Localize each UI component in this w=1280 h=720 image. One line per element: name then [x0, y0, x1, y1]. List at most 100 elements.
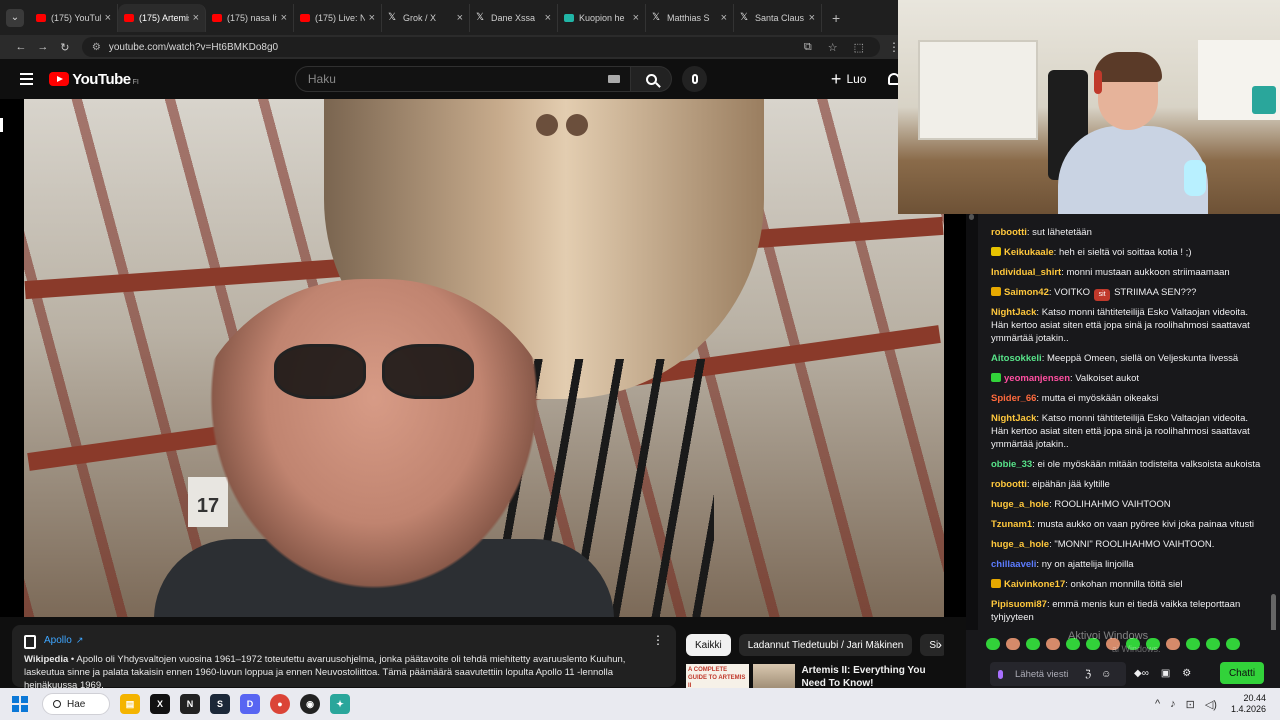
keyboard-icon[interactable] [607, 75, 620, 83]
user-badge-icon[interactable] [991, 247, 1001, 256]
more-options-icon[interactable]: ⋮ [652, 633, 664, 647]
video-title[interactable]: Artemis II: Everything You Need To Know! [801, 664, 938, 690]
chevron-right-icon[interactable]: › [937, 636, 942, 652]
install-app-icon[interactable]: ⧉ [804, 41, 812, 54]
browser-tab[interactable]: Kuopion he × [558, 3, 646, 32]
user-badge-icon[interactable] [991, 579, 1001, 588]
emote-icon[interactable] [986, 638, 1000, 650]
chat-send-button[interactable]: Chatti [1220, 662, 1264, 684]
microphone-icon[interactable]: ♪ [1170, 698, 1176, 710]
voice-search-button[interactable] [682, 66, 707, 92]
emote-icon[interactable] [1186, 638, 1200, 650]
app-icon[interactable]: ✦ [330, 694, 350, 714]
close-icon[interactable]: × [721, 12, 727, 24]
browser-tab-active[interactable]: (175) Artemis II × [118, 3, 206, 32]
address-bar[interactable]: ⚙ youtube.com/watch?v=Ht6BMKDo8g0 ⧉ ☆ ⬚ [81, 37, 881, 57]
discord-icon[interactable]: D [240, 694, 260, 714]
chrome-icon[interactable]: ● [270, 694, 290, 714]
video-frame[interactable]: 17 [24, 99, 944, 617]
close-icon[interactable]: × [809, 12, 815, 24]
emote-icon[interactable] [1046, 638, 1060, 650]
forward-icon[interactable]: → [32, 41, 54, 53]
clock[interactable]: 20.44 1.4.2026 [1231, 693, 1266, 715]
emote-icon[interactable] [1206, 638, 1220, 650]
chip-uploader[interactable]: Ladannut Tiedetuubi / Jari Mäkinen [738, 634, 913, 656]
network-icon[interactable]: ⊡ [1186, 698, 1195, 711]
chat-username[interactable]: huge_a_hole [991, 539, 1049, 550]
chat-username[interactable]: Kaivinkone17 [1004, 579, 1065, 590]
tab-search-button[interactable]: ⌄ [6, 8, 24, 27]
emoji-icon[interactable]: ☺ [1101, 669, 1111, 680]
chat-username[interactable]: robootti [991, 479, 1027, 490]
chat-username[interactable]: NightJack [991, 307, 1036, 318]
extensions-icon[interactable]: ⬚ [854, 41, 864, 54]
chat-username[interactable]: Tzunam1 [991, 519, 1032, 530]
close-icon[interactable]: × [105, 12, 111, 24]
close-icon[interactable]: × [369, 12, 375, 24]
new-tab-button[interactable]: + [832, 10, 840, 26]
chat-username[interactable]: huge_a_hole [991, 499, 1049, 510]
reload-icon[interactable]: ↻ [54, 41, 76, 54]
close-icon[interactable]: × [193, 12, 199, 24]
chat-username[interactable]: NightJack [991, 413, 1036, 424]
close-icon[interactable]: × [457, 12, 463, 24]
microphone-icon[interactable] [998, 669, 1003, 679]
bookmark-star-icon[interactable]: ☆ [828, 41, 838, 54]
chat-username[interactable]: chillaaveli [991, 559, 1036, 570]
back-icon[interactable]: ← [10, 41, 32, 53]
settings-icon[interactable]: ⚙ [1182, 668, 1191, 679]
taskbar-search[interactable]: Hae [42, 693, 110, 715]
emote-icon[interactable] [1026, 638, 1040, 650]
browser-tab[interactable]: (175) nasa live × [206, 3, 294, 32]
emote-icon[interactable] [1226, 638, 1240, 650]
close-icon[interactable]: × [545, 12, 551, 24]
user-badge-icon[interactable] [991, 373, 1001, 382]
bits-icon[interactable]: ◆∞ [1134, 668, 1149, 679]
info-panel-title[interactable]: Apollo [44, 635, 72, 646]
chat-username[interactable]: Saimon42 [1004, 287, 1049, 298]
close-icon[interactable]: × [633, 12, 639, 24]
windows-start-icon[interactable] [12, 696, 28, 712]
search-input[interactable]: Haku [294, 66, 631, 92]
browser-tab[interactable]: 𝕏 Dane Xssa × [470, 3, 558, 32]
video-thumbnail-image[interactable] [752, 664, 796, 690]
video-thumbnail[interactable]: A COMPLETE GUIDE TO ARTEMIS II [686, 664, 749, 690]
user-badge-icon[interactable] [991, 287, 1001, 296]
emote-icon[interactable] [1006, 638, 1020, 650]
file-explorer-icon[interactable]: ▤ [120, 694, 140, 714]
obs-icon[interactable]: ◉ [300, 694, 320, 714]
browser-tab[interactable]: 𝕏 Grok / X × [382, 3, 470, 32]
youtube-logo[interactable]: YouTube FI [49, 71, 139, 88]
browser-tab[interactable]: (175) YouTube × [30, 3, 118, 32]
chat-username[interactable]: Spider_66 [991, 393, 1036, 404]
store-icon[interactable]: ▣ [1161, 668, 1170, 679]
notepad-icon[interactable]: N [180, 694, 200, 714]
site-info-icon[interactable]: ⚙ [92, 42, 101, 53]
chat-username[interactable]: Individual_shirt [991, 267, 1061, 278]
steam-icon[interactable]: S [210, 694, 230, 714]
external-link-icon[interactable]: ↗ [76, 635, 84, 646]
menu-icon[interactable] [20, 73, 34, 85]
browser-tab[interactable]: 𝕏 Matthias S × [646, 3, 734, 32]
chat-scrollbar[interactable] [1268, 214, 1280, 656]
chat-username[interactable]: Keikukaale [1004, 247, 1054, 258]
chat-username[interactable]: yeomanjensen [1004, 373, 1070, 384]
search-button[interactable] [630, 66, 673, 92]
video-player[interactable]: 17 [0, 99, 966, 617]
close-icon[interactable]: × [281, 12, 287, 24]
chat-username[interactable]: obbie_33 [991, 459, 1032, 470]
chip-all[interactable]: Kaikki [686, 634, 731, 656]
chat-username[interactable]: robootti [991, 227, 1027, 238]
recommended-video[interactable]: A COMPLETE GUIDE TO ARTEMIS II Artemis I… [686, 664, 956, 690]
browser-tab[interactable]: (175) Live: NASA × [294, 3, 382, 32]
chat-input[interactable]: Lähetä viesti ℨ ☺ [990, 662, 1126, 686]
translate-icon[interactable]: ℨ [1085, 669, 1091, 680]
volume-icon[interactable]: ◁) [1205, 698, 1217, 711]
x-app-icon[interactable]: X [150, 694, 170, 714]
emote-icon[interactable] [1166, 638, 1180, 650]
create-button[interactable]: + Luo [831, 70, 867, 88]
chevron-up-icon[interactable]: ^ [1155, 698, 1160, 710]
chat-username[interactable]: Pipisuomi87 [991, 599, 1047, 610]
chat-username[interactable]: Aitosokkeli [991, 353, 1042, 364]
browser-tab[interactable]: 𝕏 Santa Claus × [734, 3, 822, 32]
